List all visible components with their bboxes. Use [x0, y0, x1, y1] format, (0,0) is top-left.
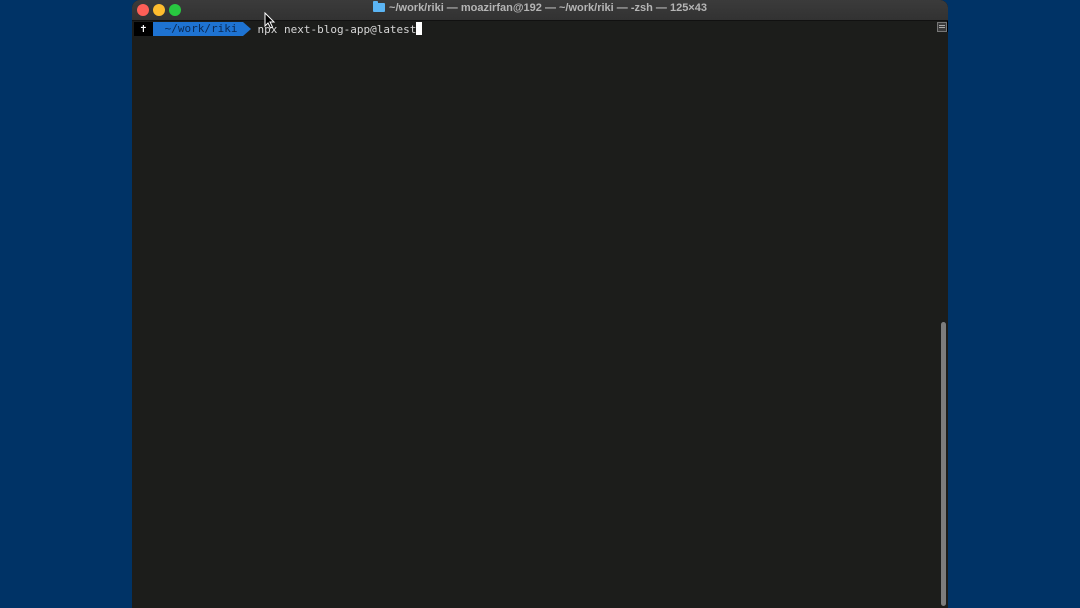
- command-text: npx next-blog-app@latest: [257, 22, 417, 36]
- split-pane-icon[interactable]: [937, 22, 947, 32]
- prompt-directory-segment: ~/work/riki: [152, 22, 252, 36]
- scrollbar-thumb[interactable]: [941, 322, 946, 606]
- window-title: ~/work/riki — moazirfan@192 — ~/work/rik…: [132, 1, 948, 14]
- prompt-line: ✝ ~/work/riki npx next-blog-app@latest: [134, 21, 423, 37]
- desktop: ~/work/riki — moazirfan@192 — ~/work/rik…: [0, 0, 1080, 608]
- window-title-text: ~/work/riki — moazirfan@192 — ~/work/rik…: [389, 2, 707, 14]
- terminal-content[interactable]: ✝ ~/work/riki npx next-blog-app@latest: [132, 21, 938, 608]
- mouse-pointer-icon: [264, 12, 276, 29]
- command-input[interactable]: npx next-blog-app@latest: [257, 21, 423, 37]
- text-cursor: [416, 21, 423, 35]
- folder-icon: [373, 1, 386, 12]
- terminal-window: ~/work/riki — moazirfan@192 — ~/work/rik…: [132, 0, 948, 608]
- title-bar[interactable]: ~/work/riki — moazirfan@192 — ~/work/rik…: [132, 0, 948, 21]
- prompt-status-segment: ✝: [134, 22, 160, 36]
